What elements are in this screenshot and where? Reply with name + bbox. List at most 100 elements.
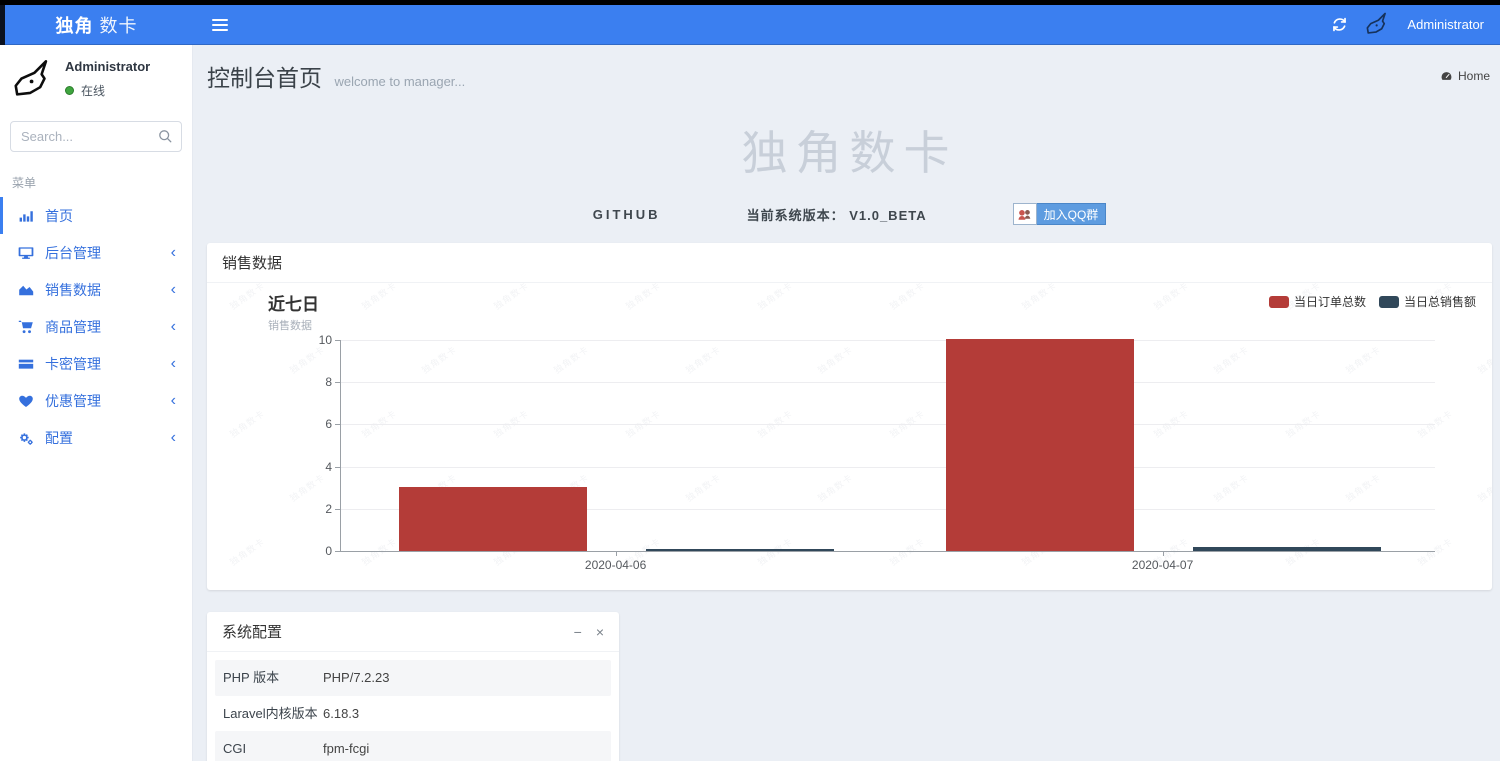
online-status-label: 在线: [81, 84, 106, 98]
sidebar-item-7[interactable]: 配置 ‹: [0, 419, 192, 456]
sidebar-item-1[interactable]: 首页: [0, 197, 192, 234]
watermark-text: 独角数卡: [756, 280, 795, 312]
hero-title: 独角数卡: [741, 127, 958, 179]
y-axis-label: 8: [325, 375, 332, 390]
top-navbar: 独角 数卡 Administrator: [0, 5, 1500, 45]
chevron-left-icon: ‹: [170, 354, 176, 372]
version-label: 当前系统版本：: [746, 207, 845, 223]
y-axis-label: 10: [318, 333, 332, 347]
sidebar-item-2[interactable]: 后台管理 ‹: [0, 234, 192, 271]
app-window: 独角 数卡 Administrator Administrator 在线 Sea…: [0, 0, 1500, 761]
gridline: [341, 466, 1435, 468]
page-title: 控制台首页: [207, 65, 322, 91]
sidebar-item-label: 优惠管理: [45, 392, 101, 409]
hero-links-row: GITHUB 当前系统版本： V1.0_BETA 加入QQ群: [207, 203, 1492, 225]
y-axis-tick: [335, 466, 341, 468]
watermark-text: 独角数卡: [1476, 344, 1492, 376]
legend-swatch: [1378, 295, 1399, 308]
legend-swatch: [1268, 295, 1289, 308]
breadcrumb[interactable]: Home: [1440, 69, 1490, 83]
unicorn-icon: [1364, 11, 1391, 38]
system-card-tools: − ×: [574, 625, 604, 639]
watermark-text: 独角数卡: [1152, 280, 1191, 312]
y-axis-tick: [335, 508, 341, 510]
sidebar-item-label: 首页: [45, 207, 73, 224]
sales-card-title: 销售数据: [222, 255, 283, 272]
sidebar-item-label: 销售数据: [45, 281, 101, 298]
close-icon[interactable]: ×: [596, 625, 604, 639]
system-config-table: PHP 版本 PHP/7.2.23 Laravel内核版本 6.18.3 CGI fpm-…: [207, 652, 619, 761]
sidebar-item-6[interactable]: 优惠管理 ‹: [0, 382, 192, 419]
join-qq-group-button[interactable]: 加入QQ群: [1012, 203, 1107, 225]
menu-section-label: 菜单: [12, 176, 37, 190]
bar-当日总销售额-2020-04-06: [646, 548, 835, 551]
y-axis-tick: [335, 551, 341, 552]
bar-chart-icon: [18, 208, 34, 224]
unicorn-avatar-icon: [10, 57, 56, 103]
sidebar-user-panel: Administrator 在线: [0, 45, 192, 113]
dashboard-icon: [1440, 70, 1453, 83]
sidebar-item-label: 后台管理: [45, 244, 101, 261]
row-label: PHP 版本: [223, 670, 280, 685]
cart-icon: [18, 319, 34, 335]
credit-card-icon: [18, 356, 34, 372]
github-link[interactable]: GITHUB: [593, 207, 661, 222]
gridline: [341, 424, 1435, 426]
gridline: [341, 382, 1435, 384]
table-row: PHP 版本 PHP/7.2.23: [215, 660, 611, 696]
navbar-left-edge: [0, 5, 5, 45]
y-axis-tick: [335, 424, 341, 426]
watermark-text: 独角数卡: [1476, 472, 1492, 504]
bar-chart-plot: 0 2 4 6 8 10 2020-04-06 2020-04-07: [319, 333, 1435, 572]
collapse-icon[interactable]: −: [574, 625, 582, 639]
sidebar-menu: 首页 后台管理 ‹ 销售数据 ‹ 商品管理 ‹ 卡密管理 ‹ 优惠管理 ‹ 配置 ‹: [0, 197, 192, 456]
chart-legend: 当日订单总数 当日总销售额: [1268, 293, 1476, 310]
sidebar-item-label: 商品管理: [45, 318, 101, 335]
table-row: CGI fpm-fcgi: [215, 731, 611, 761]
app-logo[interactable]: 独角 数卡: [0, 12, 193, 38]
row-value: PHP/7.2.23: [323, 670, 390, 685]
watermark-text: 独角数卡: [228, 536, 267, 568]
watermark-text: 独角数卡: [228, 280, 267, 312]
sidebar-item-3[interactable]: 销售数据 ‹: [0, 271, 192, 308]
navbar-right-group: Administrator: [1331, 11, 1500, 38]
table-row: Laravel内核版本 6.18.3: [215, 696, 611, 732]
legend-label: 当日总销售额: [1403, 295, 1476, 309]
hero-section: 独角数卡 GITHUB 当前系统版本： V1.0_BETA 加入QQ群: [207, 117, 1492, 225]
sidebar-item-5[interactable]: 卡密管理 ‹: [0, 345, 192, 382]
page-subtitle: welcome to manager...: [334, 74, 466, 89]
sidebar-item-4[interactable]: 商品管理 ‹: [0, 308, 192, 345]
chevron-left-icon: ‹: [170, 243, 176, 261]
legend-item: 当日总销售额: [1378, 293, 1476, 310]
y-axis-label: 0: [325, 544, 332, 558]
row-label: Laravel内核版本: [223, 705, 318, 721]
chart-subtitle: 销售数据: [268, 320, 312, 332]
sidebar-item-label: 卡密管理: [45, 355, 101, 372]
system-card-header: 系统配置 − ×: [207, 612, 619, 652]
breadcrumb-home-label: Home: [1457, 69, 1490, 83]
x-axis-tick: [615, 551, 617, 556]
chart-title: 近七日: [268, 295, 319, 314]
y-axis-label: 4: [325, 459, 332, 474]
heart-icon: [18, 393, 34, 409]
watermark-text: 独角数卡: [624, 280, 663, 312]
qq-group-icon: [1012, 203, 1037, 225]
row-value: 6.18.3: [323, 705, 360, 721]
sidebar-toggle-icon[interactable]: [203, 5, 237, 45]
refresh-icon[interactable]: [1331, 16, 1348, 33]
watermark-text: 独角数卡: [288, 344, 327, 376]
watermark-text: 独角数卡: [360, 280, 399, 312]
content-header: Home 控制台首页 welcome to manager...: [207, 45, 1492, 101]
search-icon[interactable]: [157, 128, 173, 144]
y-axis-tick: [335, 382, 341, 384]
gridline: [341, 340, 1435, 341]
sales-data-card: 销售数据 独角数卡 独角数卡 独角数卡 独角数卡 独角数卡 独角数卡 独角数卡 独角数卡 独角数…: [207, 243, 1492, 590]
chevron-left-icon: ‹: [170, 280, 176, 298]
sidebar-item-label: 配置: [45, 429, 73, 446]
logo-bold-text: 独角: [55, 15, 94, 36]
watermark-text: 独角数卡: [492, 280, 531, 312]
y-axis-label: 2: [325, 501, 332, 516]
navbar-user-menu[interactable]: Administrator: [1407, 17, 1484, 32]
sidebar-user-name: Administrator: [65, 59, 151, 74]
y-axis-tick: [335, 340, 341, 341]
